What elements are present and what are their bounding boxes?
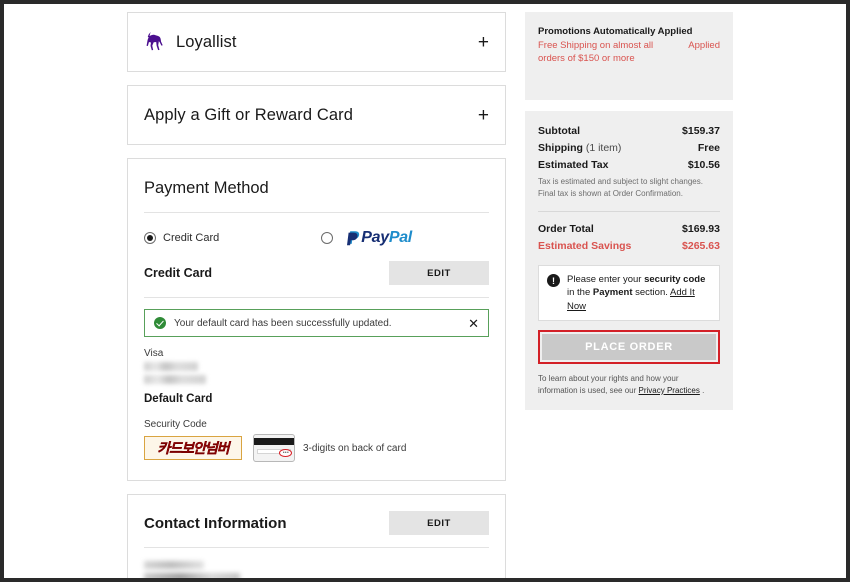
accordion-gift-reward-card[interactable]: Apply a Gift or Reward Card +: [127, 85, 506, 145]
tax-note: Tax is estimated and subject to slight c…: [538, 177, 703, 198]
security-code-row: 카드보안넘버 ••• 3-digits on back of card: [144, 434, 489, 462]
redacted-contact-details: [144, 561, 489, 578]
place-order-highlight: PLACE ORDER: [538, 330, 720, 365]
saved-card-row: Credit Card EDIT: [144, 261, 489, 285]
paypal-text-pal: Pal: [388, 229, 412, 246]
redacted-card-number: [144, 362, 198, 371]
shipping-value: Free: [697, 142, 720, 154]
order-summary-panel: Subtotal $159.37 Shipping (1 item) Free …: [525, 111, 733, 411]
place-order-button[interactable]: PLACE ORDER: [542, 334, 716, 361]
subtotal-label: Subtotal: [538, 125, 580, 137]
radio-paypal[interactable]: [321, 232, 334, 244]
payment-options: Credit Card PayPal: [144, 229, 489, 247]
paypal-text-pay: Pay: [361, 229, 389, 246]
edit-contact-button[interactable]: EDIT: [389, 511, 489, 535]
promotion-status: Applied: [688, 40, 720, 51]
payment-method-card: Payment Method Credit Card PayPal Credit…: [127, 158, 506, 481]
magnetic-stripe: [254, 438, 294, 445]
summary-row-order-total: Order Total $169.93: [538, 223, 720, 235]
estimated-savings-label: Estimated Savings: [538, 240, 632, 253]
contact-information-card: Contact Information EDIT: [127, 494, 506, 578]
success-alert-message: Your default card has been successfully …: [174, 317, 392, 329]
paypal-logo: PayPal: [347, 229, 412, 247]
promotions-panel: Promotions Automatically Applied Free Sh…: [525, 12, 733, 100]
security-code-value: 카드보안넘버: [157, 441, 230, 457]
divider: [144, 212, 489, 213]
summary-row-subtotal: Subtotal $159.37: [538, 125, 720, 137]
checkout-page: Loyallist + Apply a Gift or Reward Card …: [4, 4, 846, 578]
security-code-warning: ! Please enter your security code in the…: [538, 265, 720, 322]
paypal-option[interactable]: PayPal: [321, 229, 412, 247]
edit-payment-button[interactable]: EDIT: [389, 261, 489, 285]
loyallist-title: Loyallist: [176, 32, 237, 51]
redacted-card-expiry: [144, 375, 206, 384]
security-code-warning-text: Please enter your security code in the P…: [567, 274, 706, 312]
saved-card-label: Credit Card: [144, 266, 213, 280]
expand-loyallist-icon[interactable]: +: [478, 33, 489, 52]
security-code-label: Security Code: [144, 419, 207, 430]
divider: [144, 547, 489, 548]
exclamation-icon: !: [547, 274, 560, 288]
shipping-item-count: (1 item): [582, 142, 622, 154]
warning-bold-security-code: security code: [644, 274, 706, 286]
contact-information-title: Contact Information: [144, 514, 287, 532]
summary-row-tax: Estimated Tax $10.56: [538, 159, 720, 171]
success-alert: Your default card has been successfully …: [144, 309, 489, 337]
default-card-label: Default Card: [144, 393, 213, 405]
subtotal-value: $159.37: [682, 125, 720, 137]
cvv-digits: •••: [282, 450, 289, 456]
card-back-icon: •••: [253, 434, 295, 462]
legal-notice: To learn about your rights and how your …: [538, 374, 705, 395]
estimated-tax-label: Estimated Tax: [538, 159, 609, 171]
privacy-practices-link[interactable]: Privacy Practices: [639, 386, 700, 395]
promotion-description: Free Shipping on almost all orders of $1…: [538, 40, 654, 64]
promotions-title: Promotions Automatically Applied: [538, 26, 693, 37]
payment-method-title: Payment Method: [144, 179, 269, 197]
summary-row-savings: Estimated Savings $265.63: [538, 240, 720, 252]
warning-bold-payment: Payment: [592, 287, 633, 299]
main-column: Loyallist + Apply a Gift or Reward Card …: [127, 12, 506, 578]
order-total-value: $169.93: [682, 223, 720, 236]
radio-credit-card[interactable]: [144, 232, 156, 244]
gift-card-title: Apply a Gift or Reward Card: [144, 105, 354, 124]
accordion-loyallist[interactable]: Loyallist +: [127, 12, 506, 72]
paypal-mark-icon: [347, 231, 360, 246]
estimated-savings-value: $265.63: [682, 240, 720, 253]
dog-icon: [146, 32, 163, 51]
estimated-tax-value: $10.56: [687, 159, 720, 171]
promotion-item: Free Shipping on almost all orders of $1…: [538, 40, 720, 66]
security-code-hint: 3-digits on back of card: [303, 442, 407, 454]
card-brand-label: Visa: [144, 348, 164, 359]
divider: [538, 211, 720, 213]
shipping-label: Shipping (1 item): [538, 142, 622, 154]
close-icon[interactable]: ✕: [468, 317, 479, 330]
expand-gift-card-icon[interactable]: +: [478, 106, 489, 125]
order-sidebar: Promotions Automatically Applied Free Sh…: [525, 12, 733, 411]
security-code-input[interactable]: 카드보안넘버: [144, 436, 242, 460]
contact-header-row: Contact Information EDIT: [144, 511, 489, 535]
check-circle-icon: [154, 317, 166, 329]
divider: [144, 297, 489, 298]
radio-credit-card-label: Credit Card: [163, 232, 220, 244]
summary-row-shipping: Shipping (1 item) Free: [538, 142, 720, 154]
order-total-label: Order Total: [538, 223, 594, 236]
